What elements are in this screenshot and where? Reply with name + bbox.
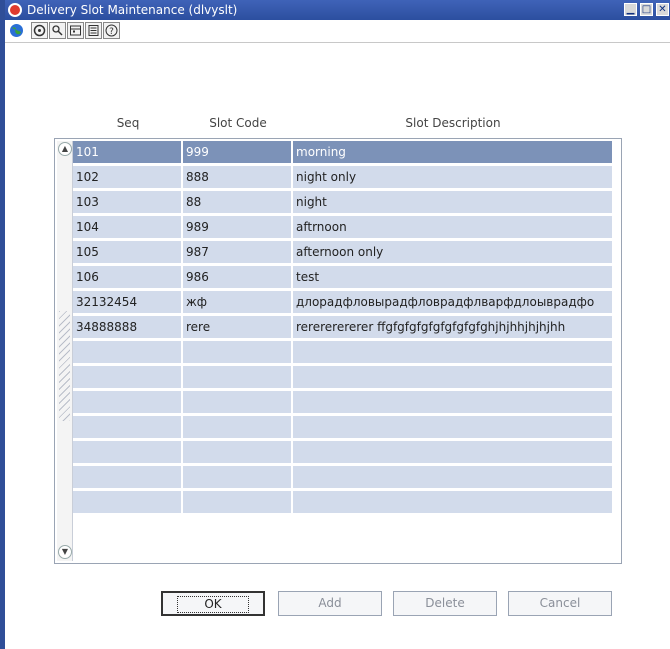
seq-cell[interactable]: 104 [73,216,183,241]
slot-code-cell[interactable]: 986 [183,266,293,291]
slot-description-cell[interactable] [293,391,614,416]
slot-code-cell[interactable]: 888 [183,166,293,191]
seq-cell[interactable] [73,366,183,391]
slot-description-cell[interactable] [293,466,614,491]
slot-description-cell[interactable]: test [293,266,614,291]
minimize-icon[interactable]: ▁ [624,3,637,16]
vertical-scrollbar[interactable]: ▲ ▼ [57,141,73,561]
slot-description-cell[interactable]: aftrnoon [293,216,614,241]
slot-description-cell[interactable] [293,341,614,366]
table-row[interactable]: 32132454 жф длорадфловырадфловрадфлварфдло… [73,291,614,316]
delete-button[interactable]: Delete [393,591,497,616]
slot-code-cell[interactable] [183,366,293,391]
table-row[interactable]: 104 989 aftrnoon [73,216,614,241]
slot-description-cell[interactable] [293,366,614,391]
slot-code-cell[interactable]: rere [183,316,293,341]
seq-cell[interactable] [73,391,183,416]
table-row[interactable] [73,391,614,416]
slot-description-cell[interactable] [293,441,614,466]
table-row[interactable] [73,466,614,491]
seq-cell[interactable]: 32132454 [73,291,183,316]
slot-description-cell[interactable]: длорадфловырадфловрадфлварфдлоывpадфо [293,291,614,316]
slot-code-cell[interactable]: жф [183,291,293,316]
seq-cell[interactable] [73,466,183,491]
table-row[interactable] [73,416,614,441]
table-row[interactable] [73,441,614,466]
table-row[interactable] [73,366,614,391]
seq-cell[interactable]: 34888888 [73,316,183,341]
slot-description-cell[interactable]: afternoon only [293,241,614,266]
help-wizard-icon[interactable] [31,22,48,39]
find-icon[interactable] [49,22,66,39]
slot-code-cell[interactable] [183,416,293,441]
column-header-slot-code: Slot Code [209,116,267,130]
seq-cell[interactable]: 103 [73,191,183,216]
title-bar[interactable]: Delivery Slot Maintenance (dlvyslt) ▁ □ … [5,0,670,20]
slot-description-cell[interactable] [293,491,614,516]
slot-description-cell[interactable] [293,416,614,441]
seq-cell[interactable]: 105 [73,241,183,266]
toolbar: ? [5,20,670,43]
slot-table: 101 999 morning 102 888 night only 103 88 night… [73,141,614,516]
table-row[interactable]: 102 888 night only [73,166,614,191]
seq-cell[interactable]: 102 [73,166,183,191]
table-row[interactable] [73,341,614,366]
slot-description-cell[interactable]: morning [293,141,614,166]
scroll-down-icon[interactable]: ▼ [58,545,72,559]
slot-description-cell[interactable]: night [293,191,614,216]
slot-code-cell[interactable]: 989 [183,216,293,241]
oracle-logo-icon [8,3,22,17]
table-row[interactable]: 106 986 test [73,266,614,291]
scroll-grip[interactable] [59,311,70,421]
scroll-up-icon[interactable]: ▲ [58,142,72,156]
window-title: Delivery Slot Maintenance (dlvyslt) [27,3,238,17]
slot-description-cell[interactable]: rerererererer ffgfgfgfgfgfgfgfgfghjhjhhj… [293,316,614,341]
globe-icon[interactable] [8,22,25,39]
close-icon[interactable]: ✕ [656,3,669,16]
seq-cell[interactable] [73,441,183,466]
ok-button[interactable]: OK [161,591,265,616]
calendar-icon[interactable] [67,22,84,39]
table-row[interactable]: 101 999 morning [73,141,614,166]
slot-code-cell[interactable] [183,391,293,416]
table-row[interactable]: 103 88 night [73,191,614,216]
slot-code-cell[interactable] [183,466,293,491]
slot-code-cell[interactable]: 999 [183,141,293,166]
seq-cell[interactable] [73,341,183,366]
table-row[interactable]: 105 987 afternoon only [73,241,614,266]
slot-description-cell[interactable]: night only [293,166,614,191]
seq-cell[interactable] [73,416,183,441]
cancel-button[interactable]: Cancel [508,591,612,616]
column-header-seq: Seq [116,116,140,130]
seq-cell[interactable]: 106 [73,266,183,291]
table-row[interactable] [73,491,614,516]
seq-cell[interactable]: 101 [73,141,183,166]
slot-code-cell[interactable] [183,491,293,516]
slot-code-cell[interactable]: 88 [183,191,293,216]
svg-text:?: ? [109,27,114,37]
slot-code-cell[interactable]: 987 [183,241,293,266]
question-icon[interactable]: ? [103,22,120,39]
column-header-slot-description: Slot Description [405,116,501,130]
add-button[interactable]: Add [278,591,382,616]
slot-code-cell[interactable] [183,341,293,366]
seq-cell[interactable] [73,491,183,516]
table-row[interactable]: 34888888 rere rerererererer ffgfgfgfgfgfgf… [73,316,614,341]
slot-code-cell[interactable] [183,441,293,466]
notes-icon[interactable] [85,22,102,39]
maximize-icon[interactable]: □ [640,3,653,16]
